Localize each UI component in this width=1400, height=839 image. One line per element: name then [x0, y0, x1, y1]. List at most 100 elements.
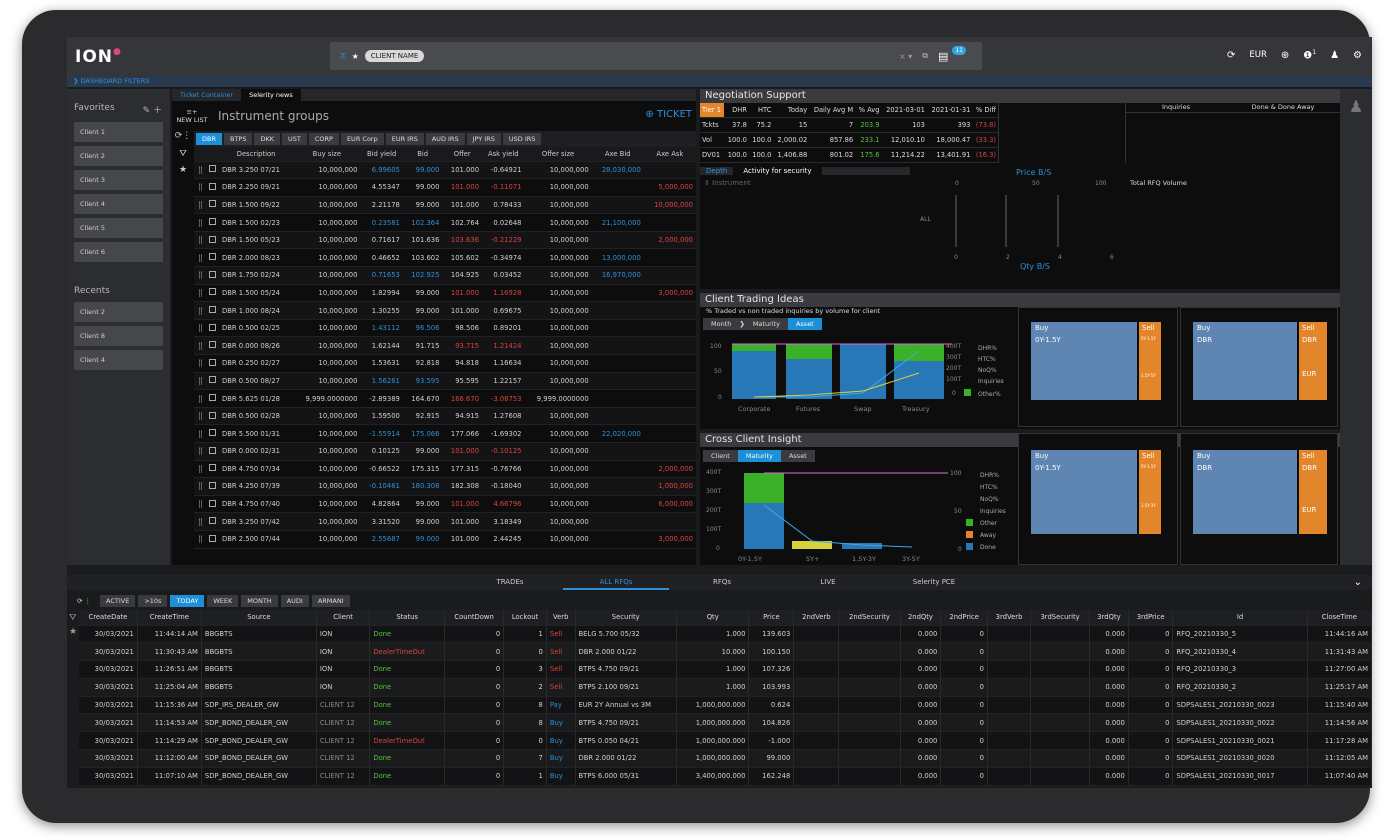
tab-activity[interactable]: Activity for security: [733, 167, 822, 175]
crumb-asset[interactable]: Asset: [787, 318, 822, 330]
rfq-filter-button[interactable]: ACTIVE: [100, 595, 136, 607]
buy-box[interactable]: Buy 0Y-1.5Y: [1031, 322, 1137, 400]
drag-handle-icon[interactable]: ⣿: [194, 248, 206, 268]
row-checkbox[interactable]: [206, 248, 219, 268]
column-header[interactable]: 2ndSecurity: [838, 610, 901, 626]
drag-handle-icon[interactable]: ⣿: [194, 460, 206, 479]
instrument-input[interactable]: ⇕ Instrument: [704, 179, 906, 187]
group-tab[interactable]: JPY IRS: [466, 133, 501, 145]
column-header[interactable]: 3rdVerb: [987, 610, 1032, 626]
row-checkbox[interactable]: [206, 231, 219, 250]
crumb-asset[interactable]: Asset: [781, 450, 815, 462]
cross-card-1[interactable]: Buy 0Y-1.5Y Sell 0Y-1.5Y 1.5Y-3Y: [1018, 433, 1178, 565]
drag-handle-icon[interactable]: ⣿: [194, 301, 206, 320]
group-tab[interactable]: USD IRS: [502, 133, 542, 145]
drag-handle-icon[interactable]: ⣿: [194, 231, 206, 250]
recent-item-client[interactable]: Client 4: [74, 350, 163, 370]
crumb-maturity[interactable]: Maturity: [737, 450, 781, 462]
drag-handle-icon[interactable]: ⣿: [194, 372, 206, 391]
row-checkbox[interactable]: [206, 407, 219, 426]
sidebar-item-client[interactable]: Client 6: [74, 242, 163, 262]
drag-handle-icon[interactable]: ⣿: [194, 442, 206, 461]
rfq-filter-button[interactable]: ARMANI: [311, 595, 350, 607]
star-icon[interactable]: ★: [172, 165, 194, 175]
row-checkbox[interactable]: [206, 213, 219, 232]
sell-box[interactable]: Sell DBR EUR: [1299, 450, 1327, 534]
collapse-icon[interactable]: ⌄: [1354, 577, 1362, 588]
column-header[interactable]: Verb: [546, 610, 576, 626]
buy-box[interactable]: Buy DBR: [1193, 322, 1297, 400]
omni-search-bar[interactable]: ⧖ ★ CLIENT NAME × ▾ ⧉ ▤ 11: [330, 42, 982, 70]
sell-box[interactable]: Sell 0Y-1.5Y 1.5Y-3Y: [1139, 450, 1161, 534]
sell-box[interactable]: Sell 0Y-1.5Y 1.5Y-5Y: [1139, 322, 1161, 400]
instrument-row[interactable]: ⣿ DBR 1.500 05/23 10,000,000 0.71617 101.636…: [194, 231, 696, 250]
column-header[interactable]: CreateTime: [137, 610, 202, 626]
bottom-tab[interactable]: LIVE: [775, 575, 881, 590]
instrument-row[interactable]: ⣿ DBR 0.500 02/28 10,000,000 1.59500 92.915 9…: [194, 407, 696, 426]
instrument-row[interactable]: ⣿ DBR 5.625 01/28 9,999.0000000 -2.89389 164…: [194, 389, 696, 408]
new-list-button[interactable]: ≡+ NEW LIST: [172, 108, 212, 124]
refresh-icon[interactable]: ⟳⋮: [172, 131, 194, 141]
row-checkbox[interactable]: [206, 424, 219, 443]
sell-box[interactable]: Sell DBR EUR: [1299, 322, 1327, 400]
rfq-filter-button[interactable]: AUDI: [280, 595, 309, 607]
instrument-row[interactable]: ⣿ DBR 0.000 02/31 10,000,000 0.10125 99.000 1…: [194, 442, 696, 461]
instrument-row[interactable]: ⣿ DBR 1.000 08/24 10,000,000 1.30255 99.000 1…: [194, 301, 696, 320]
row-checkbox[interactable]: [206, 512, 219, 531]
sidebar-item-client[interactable]: Client 2: [74, 146, 163, 166]
column-header[interactable]: Buy size: [293, 147, 361, 162]
hierarchy-icon[interactable]: ⧖: [340, 51, 346, 61]
column-header[interactable]: CloseTime: [1307, 610, 1372, 626]
refresh-icon[interactable]: ⟳ ⋮: [71, 595, 97, 607]
globe-icon[interactable]: ⊕: [1281, 50, 1289, 61]
sidebar-item-client[interactable]: Client 4: [74, 194, 163, 214]
instrument-row[interactable]: ⣿ DBR 1.750 02/24 10,000,000 0.71653 102.925…: [194, 266, 696, 285]
bottom-tab[interactable]: Selerity PCE: [881, 575, 987, 590]
column-header[interactable]: Lockout: [503, 610, 547, 626]
group-tab[interactable]: AUD IRS: [425, 133, 465, 145]
drag-handle-icon[interactable]: ⣿: [194, 424, 206, 443]
instrument-row[interactable]: ⣿ DBR 5.500 01/31 10,000,000 -1.55914 175.06…: [194, 424, 696, 443]
recent-item-client[interactable]: Client 8: [74, 326, 163, 346]
alert-icon[interactable]: ❶1: [1303, 49, 1316, 61]
column-header[interactable]: Offer size: [524, 147, 592, 162]
row-checkbox[interactable]: [206, 477, 219, 496]
sidebar-item-client[interactable]: Client 1: [74, 122, 163, 142]
drag-handle-icon[interactable]: ⣿: [194, 213, 206, 232]
drag-handle-icon[interactable]: ⣿: [194, 389, 206, 408]
instrument-row[interactable]: ⣿ DBR 0.500 08/27 10,000,000 1.56261 93.595 9…: [194, 372, 696, 391]
rfq-row[interactable]: 30/03/2021 11:30:43 AM BBGBTS ION DealerTime…: [79, 642, 1372, 662]
filter-icon[interactable]: ⛛: [69, 611, 77, 625]
column-header[interactable]: Qty: [676, 610, 750, 626]
instrument-row[interactable]: ⣿ DBR 1.500 09/22 10,000,000 2.21178 99.000 1…: [194, 196, 696, 215]
crumb-maturity[interactable]: Maturity: [745, 318, 788, 330]
row-checkbox[interactable]: [206, 161, 219, 180]
drag-handle-icon[interactable]: ⣿: [194, 407, 206, 426]
cross-card-2[interactable]: Buy DBR Sell DBR EUR: [1180, 433, 1338, 565]
sidebar-item-client[interactable]: Client 5: [74, 218, 163, 238]
column-header[interactable]: Axe Bid: [591, 147, 644, 162]
instrument-row[interactable]: ⣿ DBR 1.500 05/24 10,000,000 1.82994 99.000 1…: [194, 284, 696, 303]
crumb-month[interactable]: Month: [703, 318, 739, 330]
row-checkbox[interactable]: [206, 301, 219, 320]
bottom-tab[interactable]: RFQs: [669, 575, 775, 590]
column-header[interactable]: Bid yield: [360, 147, 403, 162]
group-tab[interactable]: EUR Corp: [340, 133, 384, 145]
refresh-icon[interactable]: ⟳: [1227, 50, 1235, 61]
tab-ticket-container[interactable]: Ticket Container: [172, 89, 241, 101]
column-header[interactable]: 2ndQty: [900, 610, 942, 626]
currency-selector[interactable]: EUR: [1249, 50, 1267, 60]
rfq-row[interactable]: 30/03/2021 11:07:10 AM SDP_BOND_DEALER_GW C…: [79, 767, 1372, 786]
row-checkbox[interactable]: [206, 336, 219, 356]
chat-icon[interactable]: ▤: [938, 50, 948, 63]
row-checkbox[interactable]: [206, 460, 219, 479]
rfq-row[interactable]: 30/03/2021 11:15:36 AM SDP_IRS_DEALER_GW CL…: [79, 696, 1372, 715]
settings-icon[interactable]: ⚙: [1353, 50, 1362, 61]
instrument-row[interactable]: ⣿ DBR 4.750 07/34 10,000,000 -0.66522 175.31…: [194, 460, 696, 479]
bottom-tab[interactable]: ALL RFQs: [563, 575, 669, 590]
rfq-row[interactable]: 30/03/2021 11:44:14 AM BBGBTS ION Done 0 1 Sell…: [79, 625, 1372, 644]
drag-handle-icon[interactable]: ⣿: [194, 266, 206, 285]
rfq-filter-button[interactable]: WEEK: [207, 595, 239, 607]
filter-icon[interactable]: ⛛: [172, 149, 194, 159]
ideas-breadcrumb[interactable]: Month ❯ Maturity Asset: [703, 318, 822, 330]
